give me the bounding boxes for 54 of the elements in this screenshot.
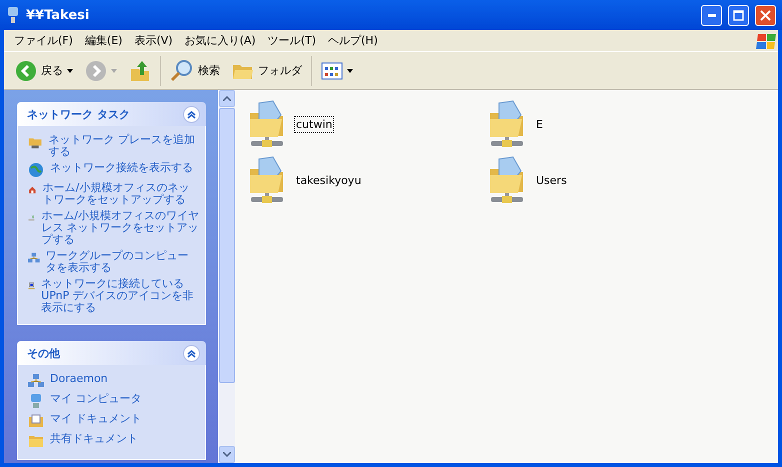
caret-icon [347, 68, 353, 72]
task-link[interactable]: ネットワーク接続を表示する [50, 162, 193, 174]
window-title: ¥¥Takesi [26, 8, 90, 22]
maximize-icon [733, 10, 744, 20]
caret-icon [111, 68, 117, 72]
document-folder-icon [28, 413, 44, 429]
task-link[interactable]: マイ ドキュメント [50, 413, 142, 425]
minimize-button[interactable] [701, 4, 722, 26]
scroll-down-button[interactable] [219, 446, 235, 463]
folders-button[interactable]: フォルダ [229, 58, 305, 82]
share-name[interactable]: E [535, 116, 544, 132]
task-link[interactable]: Doraemon [50, 373, 108, 385]
panel-title: その他 [27, 346, 60, 360]
chevron-icon [187, 110, 196, 118]
close-button[interactable] [755, 4, 776, 26]
task-link[interactable]: ホーム/小規模オフィスのワイヤレス ネットワークをセットアップする [41, 210, 199, 246]
panel-title: ネットワーク タスク [27, 106, 130, 122]
close-icon [760, 10, 771, 20]
share-name[interactable]: takesikyoyu [295, 172, 362, 188]
task-link[interactable]: ネットワークに接続している UPnP デバイスのアイコンを非表示にする [41, 278, 199, 314]
down-caret-icon [223, 452, 231, 457]
computer-icon [28, 393, 44, 409]
share-name[interactable]: Users [535, 172, 568, 188]
menu-item[interactable]: ヘルプ(H) [322, 33, 384, 48]
chevron-icon [187, 348, 196, 358]
menu-item[interactable]: 表示(V) [128, 33, 179, 48]
grid-view-icon [321, 62, 343, 80]
menu-item[interactable]: ファイル(F) [8, 33, 79, 48]
task-link[interactable]: ネットワーク プレースを追加する [48, 134, 199, 158]
menu-item[interactable]: 編集(E) [78, 33, 128, 48]
globe-icon [28, 162, 44, 178]
scroll-up-button[interactable] [219, 90, 235, 107]
up-caret-icon [223, 96, 231, 101]
share-name[interactable]: cutwin [295, 116, 334, 132]
task-link[interactable]: ホーム/小規模オフィスのネットワークをセットアップする [42, 182, 199, 206]
back-button[interactable]: 戻る [12, 58, 76, 84]
caret-icon [67, 68, 73, 72]
task-link[interactable]: ワークグループのコンピュータを表示する [46, 250, 199, 274]
menu-item[interactable]: ツール(T) [262, 33, 322, 48]
collapse-button[interactable] [183, 106, 200, 122]
search-icon [170, 58, 194, 82]
computer-icon [6, 6, 20, 24]
collapse-button[interactable] [183, 344, 200, 362]
task-link[interactable]: 共有ドキュメント [50, 433, 138, 445]
task-link[interactable]: マイ コンピュータ [50, 393, 142, 405]
scroll-thumb[interactable] [219, 108, 235, 383]
maximize-button[interactable] [728, 4, 749, 26]
menu-item[interactable]: お気に入り(A) [178, 33, 262, 48]
folder-up-icon [129, 58, 151, 82]
network-computers-icon [28, 373, 44, 389]
windows-flag-icon [756, 32, 778, 50]
search-button[interactable]: 検索 [167, 56, 223, 84]
folder-icon [28, 433, 44, 449]
minimize-icon [708, 14, 716, 16]
